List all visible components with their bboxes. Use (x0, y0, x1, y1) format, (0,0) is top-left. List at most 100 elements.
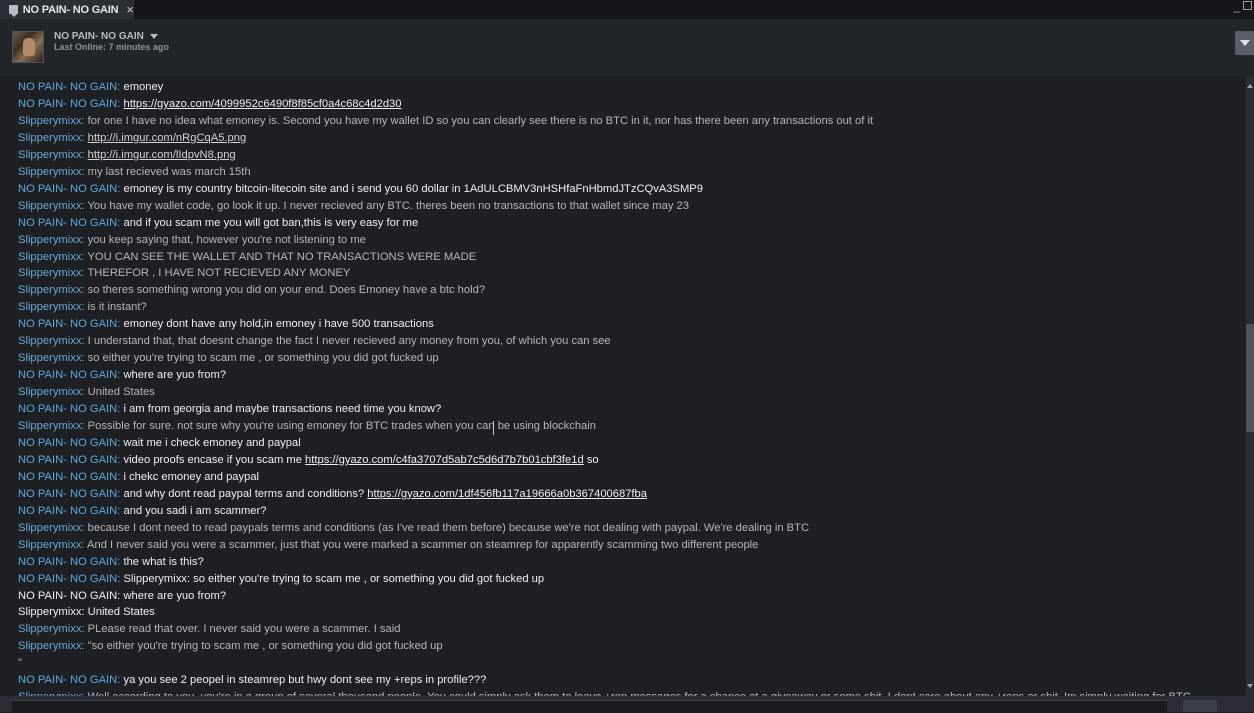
chat-tab[interactable]: NO PAIN- NO GAIN × (0, 0, 134, 19)
chat-message: Slipperymixx: "so either you're trying t… (18, 640, 443, 652)
chat-message: Slipperymixx: You have my wallet code, g… (18, 200, 689, 212)
message-author[interactable]: NO PAIN- NO GAIN (18, 590, 117, 602)
scroll-down-button[interactable] (1246, 680, 1254, 692)
text-cursor-icon (491, 421, 497, 435)
chat-message: NO PAIN- NO GAIN: emoney is my country b… (18, 183, 703, 195)
message-text: so theres something wrong you did on you… (88, 284, 485, 296)
message-author[interactable]: NO PAIN- NO GAIN (18, 98, 117, 110)
chat-message: NO PAIN- NO GAIN: and why dont read payp… (18, 488, 647, 500)
message-text-segment: video proofs encase if you scam me (123, 453, 306, 466)
message-author[interactable]: Slipperymixx (18, 420, 81, 432)
message-text: "so either you're trying to scam me , or… (88, 640, 443, 652)
message-author[interactable]: NO PAIN- NO GAIN (18, 81, 117, 93)
message-text: I understand that, that doesnt change th… (88, 335, 611, 347)
message-author[interactable]: Slipperymixx (18, 234, 81, 246)
message-author[interactable]: Slipperymixx (18, 352, 81, 364)
chat-options-button[interactable] (1235, 31, 1254, 55)
chat-message: NO PAIN- NO GAIN: https://gyazo.com/4099… (18, 98, 402, 110)
message-author[interactable]: Slipperymixx (18, 200, 81, 212)
message-author[interactable]: Slipperymixx (18, 301, 81, 313)
message-text: You have my wallet code, go look it up. … (87, 200, 689, 212)
friend-avatar[interactable] (12, 31, 44, 63)
minimize-button[interactable]: _ (1233, 0, 1240, 13)
message-text: and you sadi i am scammer? (123, 505, 266, 517)
message-author[interactable]: NO PAIN- NO GAIN (18, 488, 117, 500)
message-text-segment: because I dont need to read paypals term… (87, 521, 810, 534)
message-author[interactable]: NO PAIN- NO GAIN (18, 318, 117, 330)
message-link[interactable]: https://gyazo.com/c4fa3707d5ab7c5d6d7b7b… (305, 454, 584, 466)
message-author[interactable]: NO PAIN- NO GAIN (18, 573, 117, 585)
message-author[interactable]: Slipperymixx (18, 115, 81, 127)
message-author[interactable]: Slipperymixx (18, 522, 81, 534)
message-author[interactable]: Slipperymixx (18, 335, 81, 347)
message-text-segment: and you sadi i am scammer? (123, 504, 267, 517)
message-text-segment: Slipperymixx: so either you're trying to… (123, 572, 545, 585)
message-link[interactable]: http://i.imgur.com/nRgCqA5.png (88, 132, 247, 144)
message-text-segment: YOU CAN SEE THE WALLET AND THAT NO TRANS… (87, 250, 477, 263)
message-author[interactable]: NO PAIN- NO GAIN (18, 454, 117, 466)
message-text: wait me i check emoney and paypal (123, 437, 300, 449)
message-author[interactable]: NO PAIN- NO GAIN (18, 403, 117, 415)
maximize-button[interactable] (1243, 1, 1252, 10)
message-author[interactable]: Slipperymixx (18, 132, 81, 144)
message-text-segment: i chekc emoney and paypal (123, 470, 260, 483)
message-author[interactable]: Slipperymixx (18, 251, 81, 263)
message-text: PLease read that over. I never said you … (88, 623, 401, 635)
message-text: and why dont read paypal terms and condi… (123, 488, 647, 500)
message-text: United States (88, 606, 155, 618)
message-author[interactable]: Slipperymixx (18, 149, 81, 161)
chat-message: Slipperymixx: you keep saying that, howe… (18, 234, 366, 246)
message-author[interactable]: Slipperymixx (18, 539, 81, 551)
chat-message: Slipperymixx: Possible for sure. not sur… (18, 420, 596, 432)
message-text-segment: emoney (123, 81, 164, 93)
message-text: http://i.imgur.com/nRgCqA5.png (88, 132, 247, 144)
send-button[interactable] (1183, 700, 1217, 712)
message-text-segment: You have my wallet code, go look it up. … (87, 199, 689, 212)
message-text: is it instant? (88, 301, 147, 313)
chat-message: Slipperymixx: is it instant? (18, 301, 147, 313)
message-text-segment: United States (87, 386, 155, 399)
message-author[interactable]: NO PAIN- NO GAIN (18, 217, 117, 229)
message-text: so either you're trying to scam me , or … (88, 352, 439, 364)
message-link[interactable]: http://i.imgur.com/lIdpvN8.png (88, 149, 236, 161)
chat-message: NO PAIN- NO GAIN: the what is this? (18, 556, 204, 568)
message-author[interactable]: NO PAIN- NO GAIN (18, 505, 117, 517)
message-author[interactable]: NO PAIN- NO GAIN (18, 183, 117, 195)
message-input-bar (0, 696, 1254, 713)
message-text-segment: THEREFOR , I HAVE NOT RECIEVED ANY MONEY (87, 267, 351, 280)
message-author[interactable]: Slipperymixx (18, 623, 81, 635)
scrollbar-thumb[interactable] (1246, 324, 1254, 432)
message-text: because I dont need to read paypals term… (88, 522, 809, 534)
chat-header: NO PAIN- NO GAIN Last Online: 7 minutes … (0, 19, 1254, 76)
message-author[interactable]: Slipperymixx (18, 640, 81, 652)
message-author[interactable]: NO PAIN- NO GAIN (18, 369, 117, 381)
message-author[interactable]: NO PAIN- NO GAIN (18, 471, 117, 483)
message-text-segment: you keep saying that, however you're not… (87, 233, 366, 246)
message-author[interactable]: Slipperymixx (18, 606, 81, 618)
message-author[interactable]: NO PAIN- NO GAIN (18, 556, 117, 568)
message-author[interactable]: NO PAIN- NO GAIN (18, 437, 117, 449)
chat-message: Slipperymixx: http://i.imgur.com/nRgCqA5… (18, 132, 246, 144)
message-text-segment: and if you scam me you will got ban,this… (123, 216, 419, 229)
tab-close-button[interactable]: × (126, 0, 134, 19)
chat-message: Slipperymixx: THEREFOR , I HAVE NOT RECI… (18, 267, 350, 279)
chat-message: Slipperymixx: PLease read that over. I n… (18, 623, 400, 635)
scroll-up-button[interactable] (1246, 80, 1254, 92)
chat-message: NO PAIN- NO GAIN: ya you see 2 peopel in… (18, 674, 486, 686)
chat-message: NO PAIN- NO GAIN: and if you scam me you… (18, 217, 418, 229)
message-author[interactable]: Slipperymixx (18, 284, 81, 296)
chat-log[interactable]: NO PAIN- NO GAIN: emoney NO PAIN- NO GAIN… (0, 76, 1246, 696)
message-author[interactable]: Slipperymixx (18, 386, 81, 398)
message-text-segment: " (18, 657, 22, 670)
message-text: the what is this? (123, 556, 203, 568)
message-link[interactable]: https://gyazo.com/1df456fb117a19666a0b36… (367, 488, 647, 500)
message-link[interactable]: https://gyazo.com/4099952c6490f8f85cf0a4… (123, 98, 401, 110)
message-text-segment: so theres something wrong you did on you… (87, 284, 486, 297)
message-author[interactable]: Slipperymixx (18, 267, 81, 279)
friend-name-menu[interactable]: NO PAIN- NO GAIN (54, 31, 158, 42)
message-input[interactable] (12, 700, 1167, 713)
message-author[interactable]: NO PAIN- NO GAIN (18, 674, 117, 686)
message-text: emoney is my country bitcoin-litecoin si… (123, 183, 703, 195)
message-text: THEREFOR , I HAVE NOT RECIEVED ANY MONEY (87, 267, 350, 279)
message-author[interactable]: Slipperymixx (18, 166, 81, 178)
